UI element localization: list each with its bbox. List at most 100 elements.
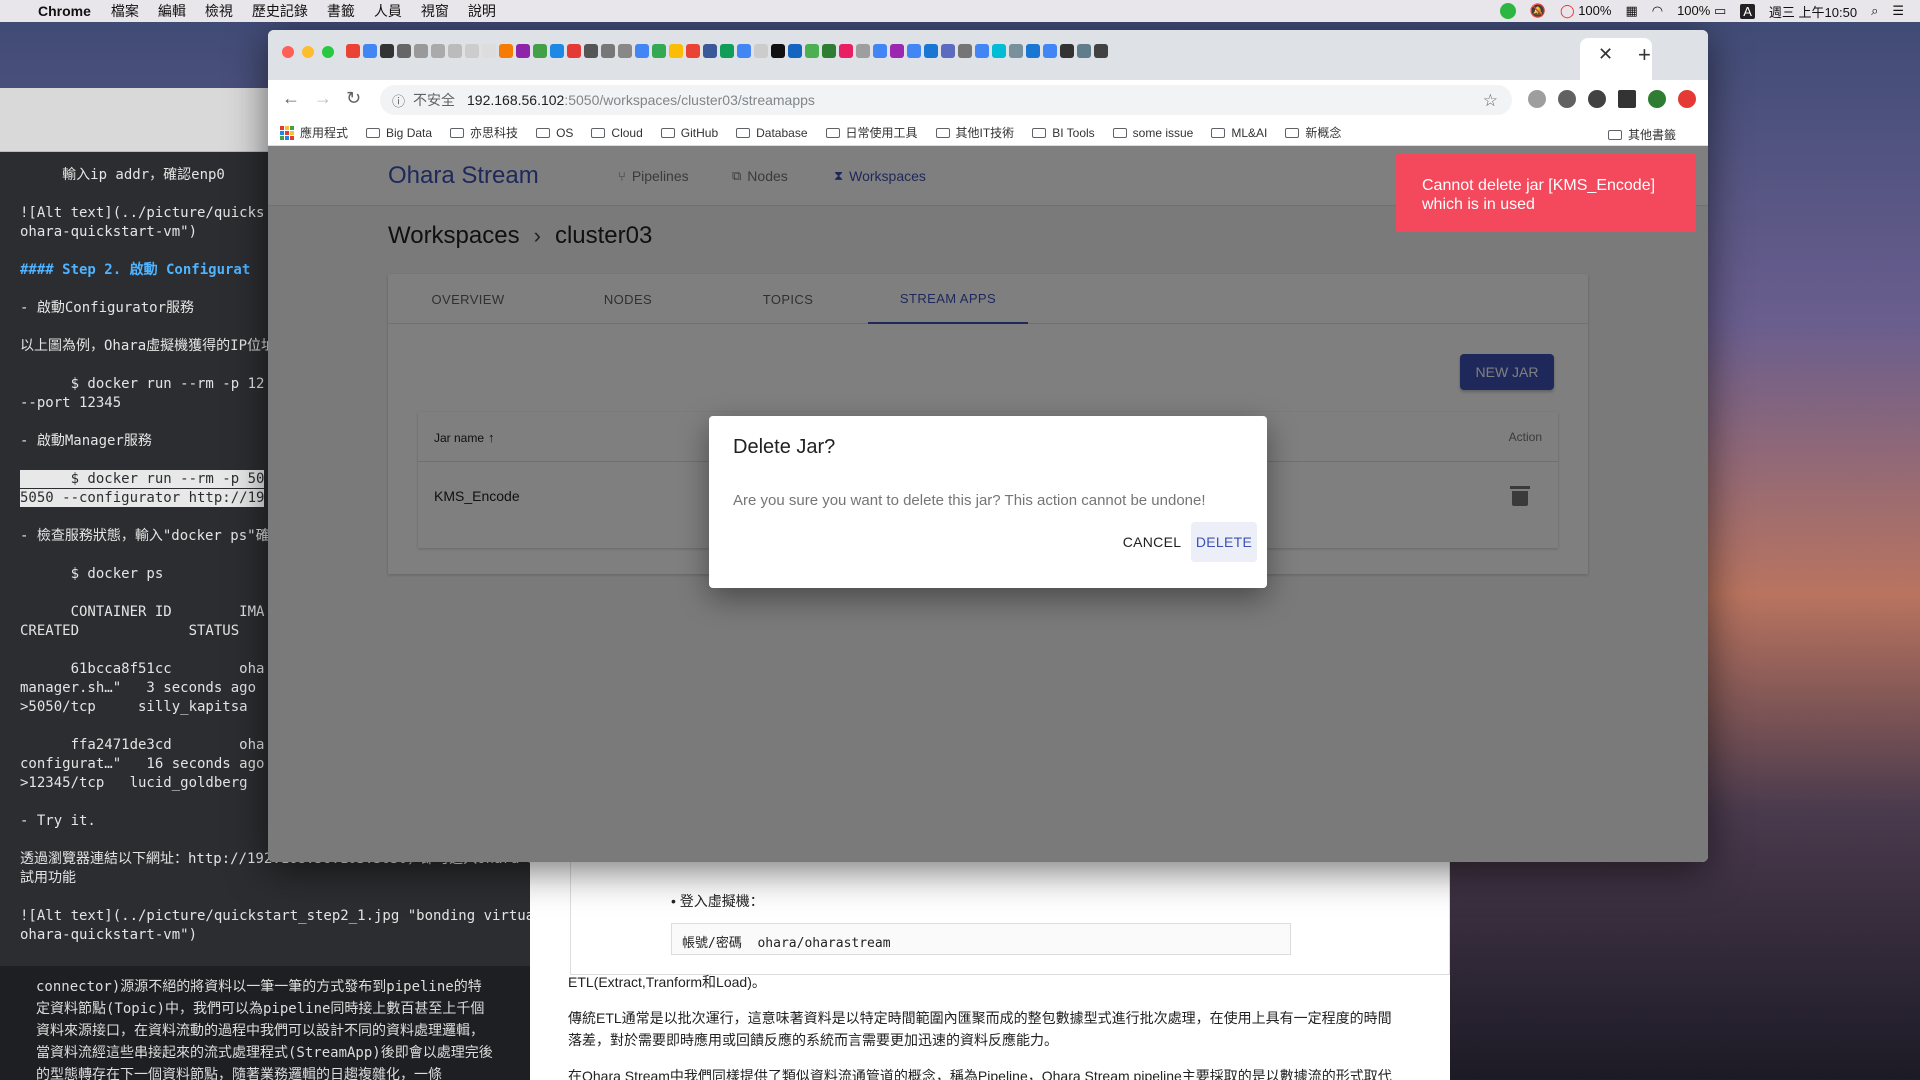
favicon-tab-icon[interactable]	[924, 44, 938, 58]
extension-icon[interactable]	[1618, 90, 1636, 108]
other-bookmarks[interactable]: 其他書籤	[1607, 126, 1676, 143]
bookmark-folder[interactable]: 亦思科技	[450, 124, 518, 141]
notification-center-icon[interactable]: ☰	[1892, 3, 1904, 19]
address-bar[interactable]: ⓘ 不安全 192.168.56.102:5050/workspaces/clu…	[380, 85, 1512, 115]
bookmark-folder[interactable]: some issue	[1112, 126, 1193, 140]
favicon-tab-icon[interactable]	[431, 44, 445, 58]
opera-indicator[interactable]: ◯ 100%	[1560, 3, 1611, 19]
favicon-tab-icon[interactable]	[992, 44, 1006, 58]
favicon-tab-icon[interactable]	[363, 44, 377, 58]
favicon-tab-icon[interactable]	[805, 44, 819, 58]
close-window-button[interactable]	[282, 46, 294, 58]
favicon-tab-icon[interactable]	[754, 44, 768, 58]
wifi-icon[interactable]: ◠	[1652, 3, 1663, 19]
favicon-tab-icon[interactable]	[397, 44, 411, 58]
profile-avatar[interactable]	[1648, 90, 1666, 108]
reload-icon[interactable]: ↻	[346, 88, 361, 109]
clock[interactable]: 週三 上午10:50	[1769, 2, 1857, 21]
memory-icon[interactable]: ▦	[1625, 3, 1637, 19]
extension-icon[interactable]	[1528, 90, 1546, 108]
pinned-tab-favicons[interactable]	[346, 44, 1108, 58]
favicon-tab-icon[interactable]	[567, 44, 581, 58]
favicon-tab-icon[interactable]	[856, 44, 870, 58]
info-icon[interactable]: ⓘ	[392, 91, 405, 110]
menu-help[interactable]: 說明	[468, 1, 496, 21]
favicon-tab-icon[interactable]	[839, 44, 853, 58]
menu-bookmarks[interactable]: 書籤	[327, 1, 355, 21]
bookmark-folder[interactable]: OS	[536, 126, 573, 140]
zoom-window-button[interactable]	[322, 46, 334, 58]
favicon-tab-icon[interactable]	[720, 44, 734, 58]
app-menu[interactable]: Chrome	[38, 3, 91, 19]
bookmark-folder[interactable]: 新概念	[1285, 124, 1341, 141]
favicon-tab-icon[interactable]	[465, 44, 479, 58]
bookmark-folder[interactable]: GitHub	[660, 126, 718, 140]
delete-button[interactable]: DELETE	[1191, 522, 1257, 562]
bookmark-folder[interactable]: ML&AI	[1211, 126, 1267, 140]
favicon-tab-icon[interactable]	[788, 44, 802, 58]
tab-close-icon[interactable]: ✕	[1598, 44, 1613, 65]
notification-icon[interactable]: 🔕	[1530, 3, 1546, 19]
minimize-window-button[interactable]	[302, 46, 314, 58]
favicon-tab-icon[interactable]	[890, 44, 904, 58]
favicon-tab-icon[interactable]	[1094, 44, 1108, 58]
forward-arrow-icon[interactable]: →	[314, 88, 332, 109]
bookmark-folder[interactable]: Database	[736, 126, 808, 140]
menu-people[interactable]: 人員	[374, 1, 402, 21]
menu-file[interactable]: 檔案	[111, 1, 139, 21]
favicon-tab-icon[interactable]	[958, 44, 972, 58]
input-source-icon[interactable]: A	[1740, 3, 1755, 19]
favicon-tab-icon[interactable]	[1026, 44, 1040, 58]
favicon-tab-icon[interactable]	[414, 44, 428, 58]
editor-line: CREATED STATUS	[20, 623, 240, 639]
back-arrow-icon[interactable]: ←	[282, 88, 300, 109]
favicon-tab-icon[interactable]	[346, 44, 360, 58]
extension-icon[interactable]	[1558, 90, 1576, 108]
menu-history[interactable]: 歷史記錄	[252, 1, 308, 21]
battery-indicator[interactable]: 100% ▭	[1677, 3, 1726, 19]
menu-window[interactable]: 視窗	[421, 1, 449, 21]
favicon-tab-icon[interactable]	[1060, 44, 1074, 58]
cancel-button[interactable]: CANCEL	[1119, 522, 1185, 562]
bookmark-apps[interactable]: 應用程式	[280, 124, 348, 141]
favicon-tab-icon[interactable]	[482, 44, 496, 58]
bookmark-folder[interactable]: Cloud	[591, 126, 643, 140]
bookmark-folder[interactable]: Big Data	[366, 126, 432, 140]
favicon-tab-icon[interactable]	[635, 44, 649, 58]
favicon-tab-icon[interactable]	[686, 44, 700, 58]
favicon-tab-icon[interactable]	[618, 44, 632, 58]
favicon-tab-icon[interactable]	[771, 44, 785, 58]
extension-icon[interactable]	[1678, 90, 1696, 108]
favicon-tab-icon[interactable]	[703, 44, 717, 58]
favicon-tab-icon[interactable]	[975, 44, 989, 58]
bookmark-folder[interactable]: 日常使用工具	[825, 124, 918, 141]
favicon-tab-icon[interactable]	[822, 44, 836, 58]
favicon-tab-icon[interactable]	[907, 44, 921, 58]
extension-icon[interactable]	[1588, 90, 1606, 108]
favicon-tab-icon[interactable]	[499, 44, 513, 58]
favicon-tab-icon[interactable]	[1077, 44, 1091, 58]
bookmark-folder[interactable]: 其他IT技術	[935, 124, 1014, 141]
menu-view[interactable]: 檢視	[205, 1, 233, 21]
favicon-tab-icon[interactable]	[873, 44, 887, 58]
favicon-tab-icon[interactable]	[669, 44, 683, 58]
favicon-tab-icon[interactable]	[1043, 44, 1057, 58]
favicon-tab-icon[interactable]	[380, 44, 394, 58]
favicon-tab-icon[interactable]	[737, 44, 751, 58]
menu-edit[interactable]: 編輯	[158, 1, 186, 21]
new-tab-button[interactable]: +	[1638, 42, 1651, 68]
favicon-tab-icon[interactable]	[601, 44, 615, 58]
bookmark-star-icon[interactable]: ☆	[1483, 91, 1498, 111]
favicon-tab-icon[interactable]	[1009, 44, 1023, 58]
favicon-tab-icon[interactable]	[516, 44, 530, 58]
favicon-tab-icon[interactable]	[448, 44, 462, 58]
favicon-tab-icon[interactable]	[584, 44, 598, 58]
error-toast[interactable]: Cannot delete jar [KMS_Encode] which is …	[1396, 154, 1696, 232]
line-icon[interactable]	[1499, 3, 1516, 19]
spotlight-icon[interactable]: ⌕	[1871, 3, 1878, 19]
favicon-tab-icon[interactable]	[550, 44, 564, 58]
favicon-tab-icon[interactable]	[652, 44, 666, 58]
bookmark-folder[interactable]: BI Tools	[1032, 126, 1095, 140]
favicon-tab-icon[interactable]	[533, 44, 547, 58]
favicon-tab-icon[interactable]	[941, 44, 955, 58]
